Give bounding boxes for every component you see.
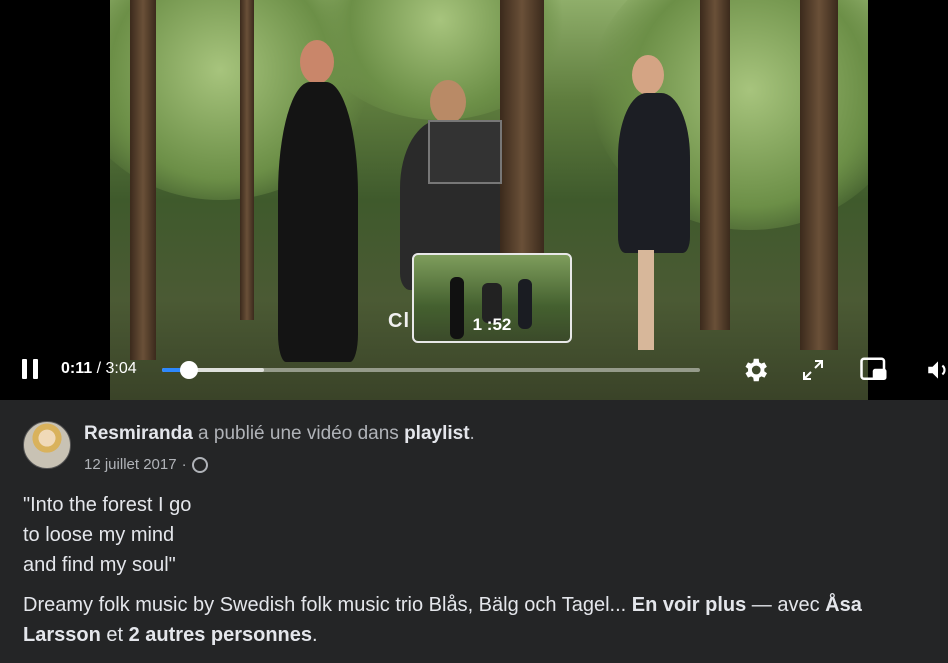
description-text: Dreamy folk music by Swedish folk music … xyxy=(23,594,627,616)
tagged-others-link[interactable]: 2 autres personnes xyxy=(129,624,312,646)
post-headline: Resmiranda a publié une vidéo dans playl… xyxy=(84,423,475,444)
avatar[interactable] xyxy=(23,421,71,469)
time-separator: / xyxy=(92,360,106,377)
post-meta: 12 juillet 2017 · xyxy=(84,456,208,473)
picture-in-picture-icon xyxy=(860,357,887,380)
musician-flute xyxy=(260,40,370,362)
gear-icon xyxy=(745,358,767,382)
settings-button[interactable] xyxy=(739,354,771,386)
volume-icon xyxy=(928,361,946,379)
quote-line: and find my soul" xyxy=(23,554,176,576)
post-description: Dreamy folk music by Swedish folk music … xyxy=(23,594,862,646)
video-player[interactable]: Cl ir 1 :52 0:11 / 3:04 xyxy=(0,0,948,400)
seek-preview-thumbnail: 1 :52 xyxy=(412,253,572,343)
globe-icon[interactable] xyxy=(191,456,208,473)
seek-handle[interactable] xyxy=(179,361,198,379)
post-body: Resmiranda a publié une vidéo dans playl… xyxy=(0,400,948,663)
playlist-link[interactable]: playlist xyxy=(404,423,469,444)
video-controls: 0:11 / 3:04 xyxy=(0,350,948,390)
pause-button[interactable] xyxy=(22,359,40,379)
post-quote: "Into the forest I go to loose my mind a… xyxy=(23,490,191,580)
expand-icon xyxy=(803,360,823,380)
preview-timestamp: 1 :52 xyxy=(472,315,512,334)
musician-violin xyxy=(610,55,700,355)
fullscreen-button[interactable] xyxy=(797,354,829,386)
volume-button[interactable] xyxy=(922,354,948,386)
musician-accordion xyxy=(380,80,520,290)
duration: 3:04 xyxy=(105,360,137,377)
time-display: 0:11 / 3:04 xyxy=(61,360,137,378)
seek-bar[interactable] xyxy=(162,361,700,379)
picture-in-picture-button[interactable] xyxy=(858,354,890,386)
action-text: a publié une vidéo dans xyxy=(192,423,405,444)
current-time: 0:11 xyxy=(61,360,93,377)
quote-line: "Into the forest I go xyxy=(23,494,192,516)
see-more-link[interactable]: En voir plus xyxy=(632,594,746,616)
author-link[interactable]: Resmiranda xyxy=(84,423,193,444)
meta-separator: · xyxy=(181,456,187,473)
pause-icon xyxy=(22,359,27,379)
quote-line: to loose my mind xyxy=(23,524,175,546)
post-date[interactable]: 12 juillet 2017 xyxy=(84,456,177,473)
